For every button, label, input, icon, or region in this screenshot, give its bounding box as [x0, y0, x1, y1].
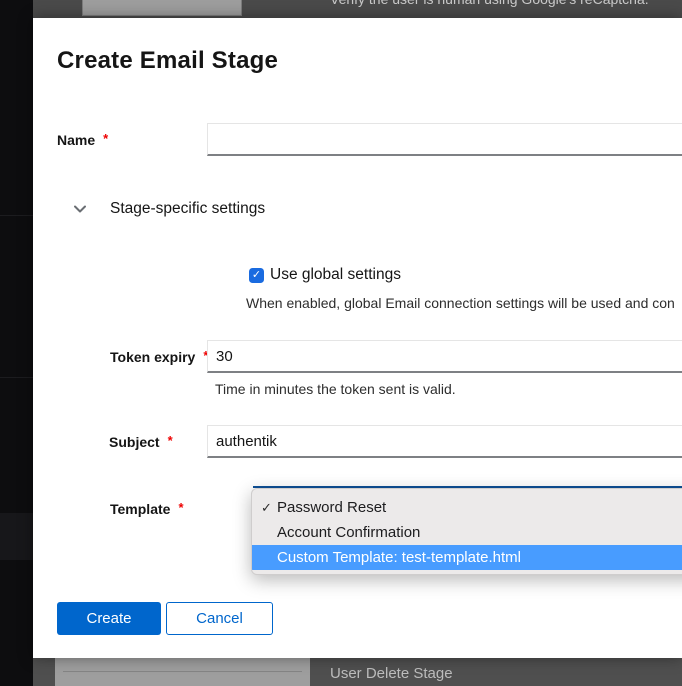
subject-input[interactable]: [207, 425, 682, 458]
dimmed-background-bottom: User Delete Stage: [0, 658, 682, 686]
background-text-recaptcha: Verify the user is human using Google's …: [330, 0, 649, 7]
app-sidebar-dimmed: [0, 0, 33, 686]
sidebar-item-dimmed: [0, 513, 33, 560]
subject-label: Subject *: [109, 425, 173, 458]
use-global-settings-label: Use global settings: [270, 266, 401, 284]
dropdown-option-account-confirmation[interactable]: Account Confirmation: [252, 520, 682, 545]
required-asterisk: *: [178, 500, 183, 515]
chevron-down-icon: [73, 202, 87, 216]
token-expiry-label: Token expiry *: [110, 340, 208, 373]
name-input[interactable]: [207, 123, 682, 156]
background-table-cell: [55, 658, 310, 686]
token-expiry-input[interactable]: [207, 340, 682, 373]
template-label: Template *: [110, 492, 184, 525]
screen: Verify the user is human using Google's …: [0, 0, 682, 686]
modal-title: Create Email Stage: [57, 46, 278, 76]
divider: [63, 671, 302, 672]
selected-check-icon: ✓: [252, 500, 277, 516]
divider: [0, 377, 33, 378]
token-expiry-help: Time in minutes the token sent is valid.: [215, 381, 456, 397]
use-global-settings-help: When enabled, global Email connection se…: [246, 295, 675, 311]
dropdown-option-custom-template[interactable]: Custom Template: test-template.html: [252, 545, 682, 570]
dropdown-option-password-reset[interactable]: ✓ Password Reset: [252, 495, 682, 520]
cancel-button[interactable]: Cancel: [166, 602, 273, 635]
required-asterisk: *: [168, 433, 173, 448]
required-asterisk: *: [103, 131, 108, 146]
dimmed-background-top: Verify the user is human using Google's …: [0, 0, 682, 18]
background-text-user-delete-stage: User Delete Stage: [330, 665, 453, 682]
expander-label: Stage-specific settings: [110, 200, 265, 218]
name-label: Name *: [57, 123, 108, 156]
divider: [0, 215, 33, 216]
stage-specific-settings-expander[interactable]: Stage-specific settings: [73, 199, 265, 219]
use-global-settings-row: ✓ Use global settings: [249, 266, 401, 284]
template-dropdown-menu: ✓ Password Reset Account Confirmation Cu…: [251, 488, 682, 575]
checkmark-icon: ✓: [252, 268, 261, 283]
create-button[interactable]: Create: [57, 602, 161, 635]
use-global-settings-checkbox[interactable]: ✓: [249, 268, 264, 283]
background-table-panel: [82, 0, 242, 16]
create-email-stage-modal: Create Email Stage Name * Stage-specific…: [33, 18, 682, 658]
